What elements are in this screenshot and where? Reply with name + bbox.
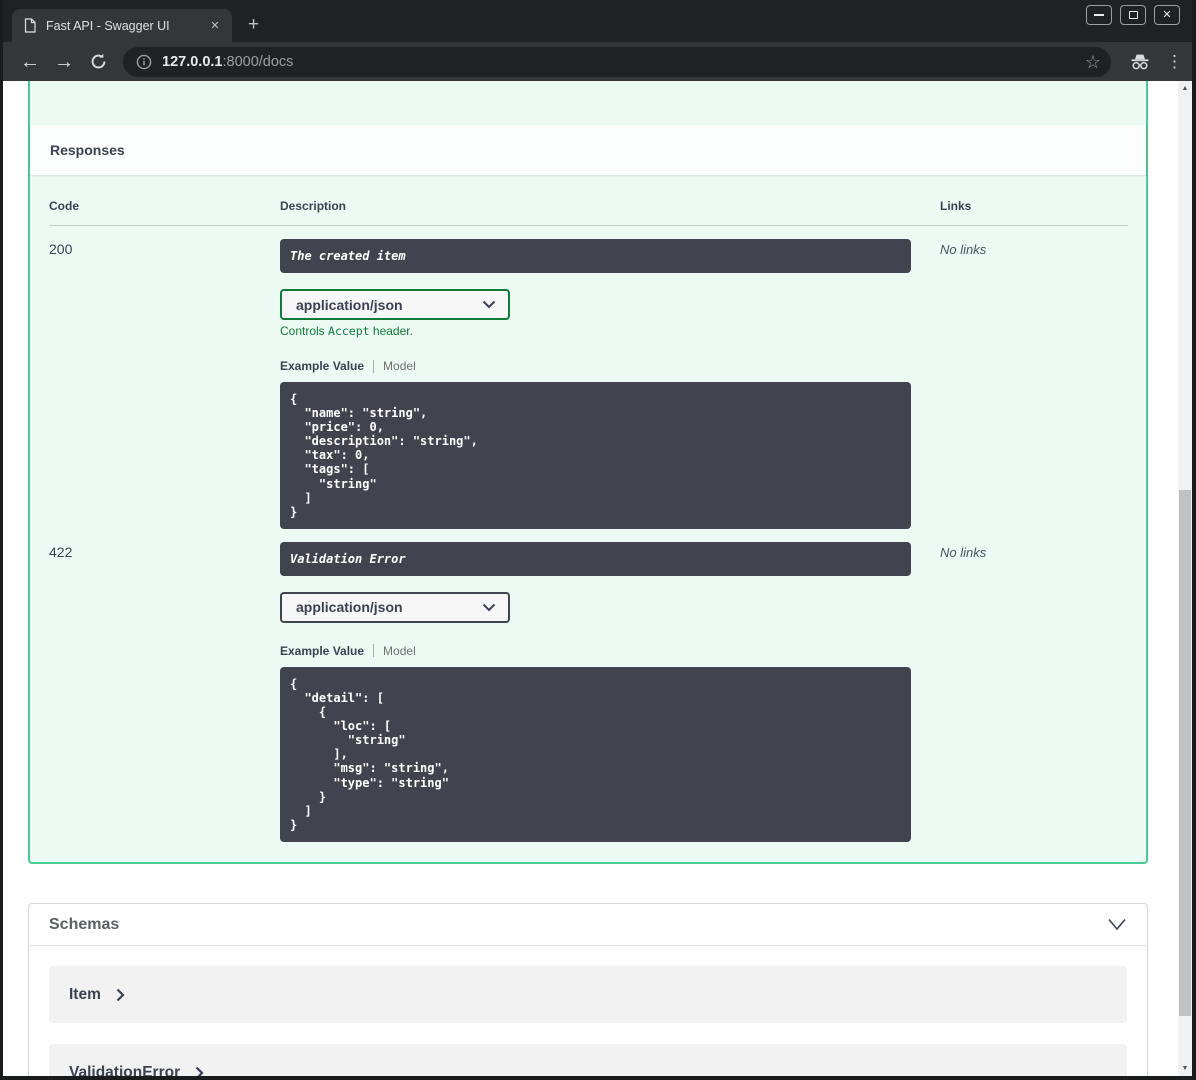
maximize-button[interactable]: [1120, 5, 1146, 25]
tab-divider: [373, 644, 375, 658]
chevron-right-icon: [116, 988, 125, 1002]
schemas-body: Item ValidationError: [29, 946, 1147, 1076]
minimize-button[interactable]: [1086, 5, 1112, 25]
browser-menu-icon[interactable]: ⋮: [1166, 53, 1183, 70]
swagger-page: Responses Code Description Links 200 The…: [3, 81, 1192, 1076]
url-host: 127.0.0.1: [162, 53, 223, 70]
reload-button[interactable]: [85, 53, 111, 70]
schemas-section: Schemas Item ValidationError: [28, 903, 1148, 1076]
chevron-down-icon: [482, 603, 496, 612]
close-button[interactable]: ✕: [1154, 5, 1180, 25]
responses-table: Code Description Links 200 The created i…: [30, 175, 1146, 862]
example-model-tabs: Example Value Model: [280, 359, 940, 373]
scroll-up-icon[interactable]: ▲: [1178, 85, 1192, 92]
maximize-icon: [1128, 11, 1138, 19]
chevron-down-icon: [482, 300, 496, 309]
close-icon: ✕: [1162, 8, 1172, 21]
response-row-422: 422 Validation Error application/json Ex…: [49, 529, 1128, 842]
bookmark-star-icon[interactable]: ☆: [1085, 53, 1101, 71]
responses-title: Responses: [50, 142, 125, 158]
response-description-cell: Validation Error application/json Exampl…: [280, 541, 940, 842]
url-text[interactable]: 127.0.0.1:8000/docs: [162, 54, 1077, 70]
browser-toolbar: ← → 127.0.0.1:8000/docs ☆ ⋮: [3, 42, 1192, 81]
forward-button[interactable]: →: [51, 52, 77, 72]
tab-model[interactable]: Model: [383, 359, 416, 373]
chevron-right-icon: [195, 1066, 204, 1076]
browser-window: Fast API - Swagger UI ✕ + ✕ ← → 127.0.0.…: [0, 0, 1196, 1080]
incognito-icon: [1131, 54, 1149, 70]
code-column-header: Code: [49, 199, 79, 213]
site-info-icon[interactable]: [136, 54, 152, 70]
schema-validationerror[interactable]: ValidationError: [49, 1044, 1127, 1076]
schema-item[interactable]: Item: [49, 966, 1127, 1023]
response-code: 200: [49, 241, 73, 257]
response-description: Validation Error: [280, 541, 911, 576]
address-bar[interactable]: 127.0.0.1:8000/docs ☆: [123, 46, 1111, 77]
collapse-chevron-icon[interactable]: [1107, 918, 1127, 931]
accept-code: Accept: [328, 324, 370, 338]
schemas-title: Schemas: [49, 915, 120, 933]
media-type-value: application/json: [296, 296, 403, 313]
description-column-header: Description: [280, 199, 347, 213]
example-model-tabs: Example Value Model: [280, 644, 940, 658]
links-column-header: Links: [940, 199, 972, 213]
response-links: No links: [940, 544, 987, 560]
reload-icon: [91, 53, 105, 69]
url-path: :8000/docs: [222, 53, 294, 70]
tab-title: Fast API - Swagger UI: [46, 18, 170, 33]
response-links: No links: [940, 242, 987, 257]
accept-header-note: Controls Accept header.: [280, 324, 413, 338]
tab-example-value[interactable]: Example Value: [280, 644, 364, 658]
responses-section-header: Responses: [30, 125, 1146, 175]
responses-table-header: Code Description Links: [49, 175, 1128, 226]
titlebar: Fast API - Swagger UI ✕ + ✕: [3, 0, 1192, 42]
schema-name: Item: [69, 985, 101, 1003]
window-controls: ✕: [1086, 5, 1180, 25]
scroll-down-icon[interactable]: ▼: [1178, 1065, 1192, 1072]
browser-tab[interactable]: Fast API - Swagger UI ✕: [12, 9, 232, 42]
page-icon: [24, 18, 36, 33]
tab-example-value[interactable]: Example Value: [280, 359, 364, 373]
back-button[interactable]: ←: [17, 52, 43, 72]
scrollbar-thumb[interactable]: [1179, 490, 1191, 1016]
schemas-header[interactable]: Schemas: [29, 904, 1147, 946]
media-type-select[interactable]: application/json: [280, 289, 510, 320]
opblock-spacer: [30, 81, 1146, 125]
response-row-200: 200 The created item application/json Co…: [49, 226, 1128, 529]
minimize-icon: [1094, 14, 1104, 16]
tab-model[interactable]: Model: [383, 644, 416, 658]
example-json-block: { "name": "string", "price": 0, "descrip…: [280, 382, 911, 529]
new-tab-button[interactable]: +: [248, 15, 259, 34]
example-json-block: { "detail": [ { "loc": [ "string" ], "ms…: [280, 666, 911, 842]
response-description: The created item: [280, 239, 911, 273]
media-type-value: application/json: [296, 599, 403, 616]
page-scrollbar[interactable]: ▲ ▼: [1178, 81, 1192, 1076]
response-description-cell: The created item application/json Contro…: [280, 239, 940, 529]
response-code: 422: [49, 543, 73, 560]
tab-close-icon[interactable]: ✕: [206, 17, 224, 35]
opblock-post: Responses Code Description Links 200 The…: [28, 81, 1148, 864]
schema-name: ValidationError: [69, 1063, 181, 1077]
media-type-select[interactable]: application/json: [280, 591, 510, 623]
tab-divider: [373, 359, 375, 373]
